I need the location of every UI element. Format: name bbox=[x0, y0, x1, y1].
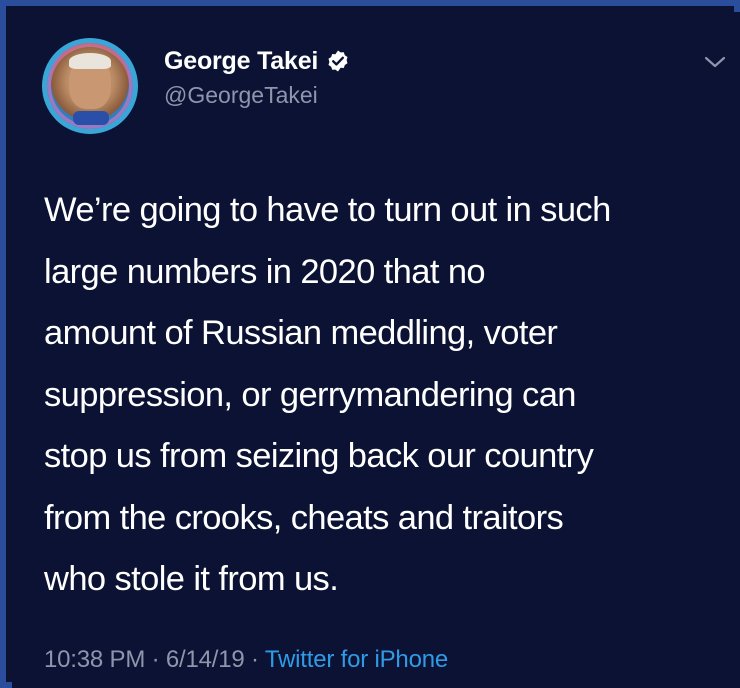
tweet-source-link[interactable]: Twitter for iPhone bbox=[265, 646, 448, 673]
tweet-text-line: from the crooks, cheats and traitors bbox=[44, 498, 564, 537]
tweet-text-line: We’re going to have to turn out in such bbox=[44, 191, 611, 229]
tweet-time[interactable]: 10:38 PM bbox=[44, 646, 145, 673]
avatar[interactable] bbox=[42, 38, 138, 134]
verified-badge-icon bbox=[328, 50, 348, 72]
tweet-text-line: amount of Russian meddling, voter bbox=[44, 314, 558, 352]
tweet-text: We’re going to have to turn out in such … bbox=[44, 180, 734, 611]
tweet-date[interactable]: 6/14/19 bbox=[166, 646, 245, 673]
tweet-text-line: who stole it from us. bbox=[44, 560, 339, 598]
tweet-card: George Takei @GeorgeTakei We’re going to… bbox=[12, 12, 740, 688]
meta-separator: · bbox=[151, 646, 160, 673]
author-display-name[interactable]: George Takei bbox=[164, 47, 318, 76]
tweet-meta: 10:38 PM · 6/14/19 · Twitter for iPhone bbox=[44, 646, 448, 674]
avatar-badge bbox=[73, 111, 109, 125]
tweet-text-line: large numbers in 2020 that no bbox=[44, 252, 486, 291]
author-handle[interactable]: @GeorgeTakei bbox=[164, 82, 318, 109]
author-name-row[interactable]: George Takei bbox=[164, 46, 350, 76]
tweet-text-line: suppression, or gerrymandering can bbox=[44, 375, 576, 414]
screenshot-frame: George Takei @GeorgeTakei We’re going to… bbox=[0, 0, 740, 688]
avatar-hair bbox=[69, 53, 111, 69]
chevron-down-icon[interactable] bbox=[702, 52, 728, 72]
meta-separator: · bbox=[251, 646, 259, 673]
tweet-text-line: stop us from seizing back our country bbox=[44, 437, 594, 475]
